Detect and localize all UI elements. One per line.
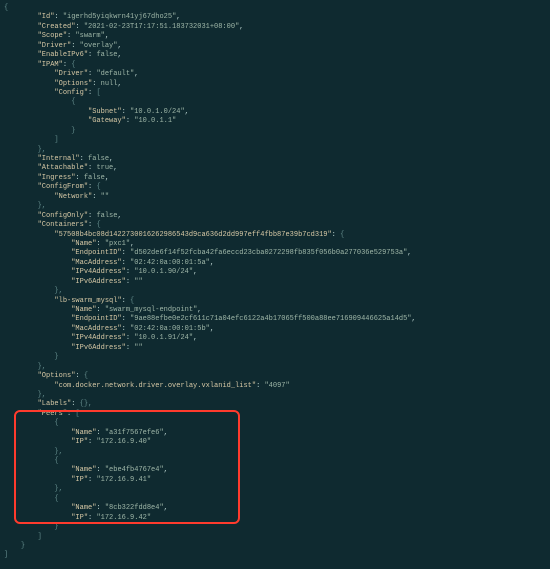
val-peer2-name: 8cb322fdd8e4: [109, 504, 159, 512]
val-c2-mac: 02:42:0a:00:01:5b: [134, 325, 205, 333]
val-id: igerhd5yiqkwrn41yj67dho25: [67, 13, 172, 21]
val-c2-ipv4: 10.0.1.91/24: [138, 334, 188, 342]
val-subnet: 10.0.1.0/24: [134, 108, 180, 116]
val-c1-endpoint: d502de6f14f52fcba42fa6eccd23cba0272298fb…: [134, 249, 403, 257]
val-scope: swarm: [80, 32, 101, 40]
val-peer1-ip: 172.16.9.41: [101, 476, 147, 484]
val-gateway: 10.0.1.1: [138, 117, 172, 125]
val-c1-mac: 02:42:0a:00:01:5a: [134, 259, 205, 267]
val-peer2-ip: 172.16.9.42: [101, 514, 147, 522]
val-internal: false: [88, 155, 109, 163]
val-c1-name: pxc1: [109, 240, 126, 248]
val-ipam-driver: default: [101, 70, 130, 78]
val-attachable: true: [96, 164, 113, 172]
val-enableipv6: false: [96, 51, 117, 59]
val-ipam-options: null: [101, 80, 118, 88]
val-created: 2021-02-23T17:17:51.183732031+08:00: [88, 23, 235, 31]
val-driver: overlay: [84, 42, 113, 50]
val-configonly: false: [96, 212, 117, 220]
val-c2-name: swarm_mysql-endpoint: [109, 306, 193, 314]
json-output: { "Id": "igerhd5yiqkwrn41yj67dho25", "Cr…: [0, 0, 550, 569]
val-c1-ipv4: 10.0.1.90/24: [138, 268, 188, 276]
val-container1-key: 57508b4bc08d1422730016262986543d9ca636d2…: [59, 231, 328, 239]
val-opt-val: 4097: [269, 382, 286, 390]
val-opt-key: com.docker.network.driver.overlay.vxlani…: [59, 382, 252, 390]
val-peer0-name: a31f7567efe6: [109, 429, 159, 437]
val-peer0-ip: 172.16.9.40: [101, 438, 147, 446]
val-container2-key: lb-swarm_mysql: [59, 297, 118, 305]
val-c2-endpoint: 9ae88efbe0e2cf611c71a04efc6122a4b17065ff…: [134, 315, 407, 323]
val-ingress: false: [84, 174, 105, 182]
val-peer1-name: ebe4fb4767e4: [109, 466, 159, 474]
